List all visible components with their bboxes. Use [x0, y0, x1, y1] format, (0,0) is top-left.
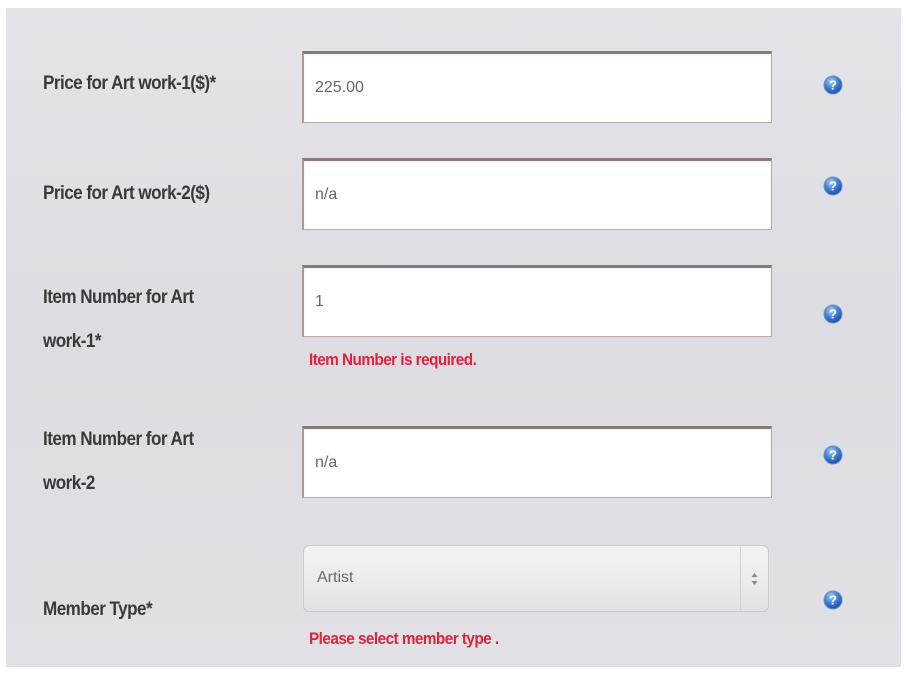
price-art-work-1-input[interactable]: 225.00 [302, 51, 772, 123]
price-art-work-2-label: Price for Art work-2($) [43, 183, 210, 204]
price-art-work-2-value: n/a [315, 186, 338, 203]
item-number-art-work-1-value: 1 [315, 293, 324, 310]
svg-text:?: ? [829, 448, 837, 463]
member-type-selected: Artist [317, 569, 354, 586]
form-panel: Price for Art work-1($)* 225.00 Price fo… [6, 8, 901, 667]
question-help-icon: ? [823, 176, 843, 196]
svg-text:?: ? [829, 307, 837, 322]
question-help-icon: ? [823, 75, 843, 95]
item-number-art-work-2-value: n/a [315, 454, 338, 471]
price-art-work-2-input[interactable]: n/a [302, 158, 772, 230]
help-icon[interactable]: ? [823, 304, 843, 324]
question-help-icon: ? [823, 304, 843, 324]
help-icon[interactable]: ? [823, 176, 843, 196]
question-help-icon: ? [823, 590, 843, 610]
item-number-art-work-1-label: Item Number for Art work-1* [43, 276, 194, 364]
item-number-error: Item Number is required. [309, 350, 477, 369]
question-help-icon: ? [823, 445, 843, 465]
svg-text:?: ? [829, 78, 837, 93]
price-art-work-1-value: 225.00 [315, 79, 364, 96]
member-type-label: Member Type* [43, 599, 153, 620]
svg-text:?: ? [829, 593, 837, 608]
item-number-art-work-2-label-line2: work-2 [43, 473, 95, 494]
help-icon[interactable]: ? [823, 75, 843, 95]
select-arrows-icon [740, 546, 768, 611]
help-icon[interactable]: ? [823, 445, 843, 465]
price-art-work-1-label: Price for Art work-1($)* [43, 73, 216, 94]
svg-text:?: ? [829, 179, 837, 194]
member-type-error: Please select member type . [309, 629, 499, 648]
item-number-art-work-2-label: Item Number for Art work-2 [43, 418, 194, 506]
item-number-art-work-1-label-line2: work-1* [43, 331, 102, 352]
item-number-art-work-2-input[interactable]: n/a [302, 426, 772, 498]
help-icon[interactable]: ? [823, 590, 843, 610]
item-number-art-work-1-input[interactable]: 1 [302, 265, 772, 337]
item-number-art-work-1-label-line1: Item Number for Art [43, 287, 194, 308]
member-type-select[interactable]: Artist [303, 545, 769, 612]
item-number-art-work-2-label-line1: Item Number for Art [43, 429, 194, 450]
